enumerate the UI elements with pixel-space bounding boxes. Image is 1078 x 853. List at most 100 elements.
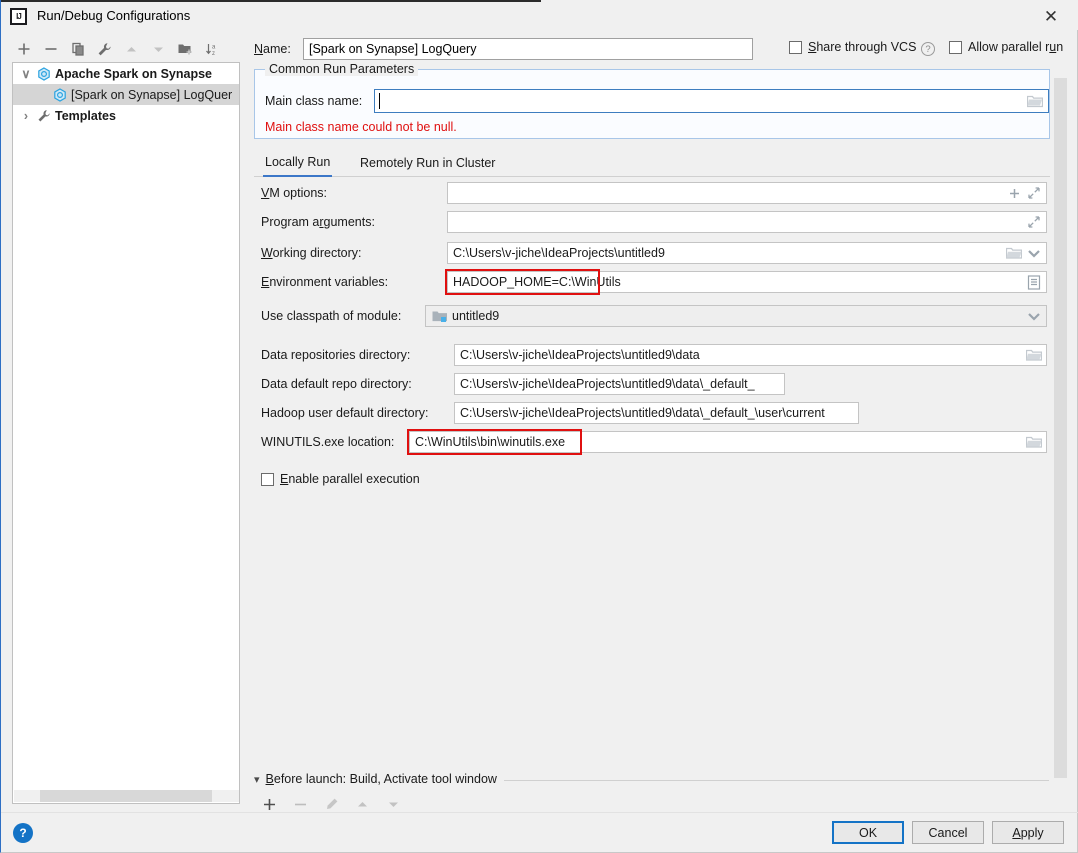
spark-hex-icon <box>35 65 52 82</box>
data-default-repo-directory-value: C:\Users\v-jiche\IdeaProjects\untitled9\… <box>460 377 780 391</box>
share-vcs-help-icon[interactable]: ? <box>921 42 935 56</box>
hadoop-user-default-directory-value: C:\Users\v-jiche\IdeaProjects\untitled9\… <box>460 406 854 420</box>
working-directory-label: Working directory: <box>261 246 362 260</box>
folder-add-icon[interactable] <box>173 37 198 61</box>
ok-button-label: OK <box>859 826 877 840</box>
apply-button-label: Apply <box>1012 826 1043 840</box>
winutils-exe-location-input[interactable]: C:\WinUtils\bin\winutils.exe <box>409 431 1047 453</box>
add-configuration-button[interactable] <box>11 37 36 61</box>
chevron-right-icon[interactable]: › <box>17 105 35 126</box>
module-icon <box>431 309 447 323</box>
chevron-down-icon[interactable] <box>1026 309 1042 323</box>
data-repositories-directory-label: Data repositories directory: <box>261 348 410 362</box>
share-through-vcs-checkbox[interactable]: Share through VCS <box>789 40 916 54</box>
enable-parallel-execution-checkbox[interactable]: Enable parallel execution <box>261 472 420 486</box>
expand-icon[interactable] <box>1026 186 1042 200</box>
environment-variables-value: HADOOP_HOME=C:\WinUtils <box>453 275 1026 289</box>
working-directory-value: C:\Users\v-jiche\IdeaProjects\untitled9 <box>453 246 1006 260</box>
close-icon[interactable]: ✕ <box>1034 4 1068 30</box>
winutils-exe-location-label: WINUTILS.exe location: <box>261 435 394 449</box>
common-run-parameters-legend: Common Run Parameters <box>265 62 418 76</box>
hadoop-user-default-directory-input[interactable]: C:\Users\v-jiche\IdeaProjects\untitled9\… <box>454 402 859 424</box>
move-up-button[interactable] <box>119 37 144 61</box>
intellij-idea-icon: IJ <box>10 8 27 25</box>
vm-options-label: VM options: <box>261 186 327 200</box>
tree-indent-spacer <box>17 84 35 105</box>
tree-horizontal-scrollbar[interactable] <box>14 790 240 802</box>
list-icon[interactable] <box>1026 275 1042 289</box>
expand-icon[interactable] <box>1026 215 1042 229</box>
tree-node-label: [Spark on Synapse] LogQuer <box>71 88 232 102</box>
tree-indent-spacer-2 <box>35 84 51 105</box>
tree-node-templates[interactable]: › Templates <box>13 105 239 126</box>
svg-text:a: a <box>212 44 216 50</box>
folder-icon[interactable] <box>1006 246 1022 260</box>
folder-icon[interactable] <box>1026 348 1042 362</box>
move-down-button[interactable] <box>146 37 171 61</box>
chevron-down-icon[interactable] <box>1026 246 1042 260</box>
tab-remotely-run-in-cluster[interactable]: Remotely Run in Cluster <box>358 149 497 177</box>
cancel-button-label: Cancel <box>929 826 968 840</box>
title-bar: IJ Run/Debug Configurations ✕ <box>1 0 1078 30</box>
environment-variables-label: Environment variables: <box>261 275 388 289</box>
before-launch-label: Before launch: Build, Activate tool wind… <box>266 772 497 786</box>
apply-button[interactable]: Apply <box>992 821 1064 844</box>
enable-parallel-execution-box[interactable] <box>261 473 274 486</box>
configurations-toolbar: a z <box>11 36 241 62</box>
share-through-vcs-box[interactable] <box>789 41 802 54</box>
run-mode-tabs: Locally Run Remotely Run in Cluster <box>254 149 1050 177</box>
tab-locally-run-label: Locally Run <box>265 155 330 169</box>
editor-vertical-scrollbar-thumb[interactable] <box>1054 78 1067 778</box>
allow-parallel-run-box[interactable] <box>949 41 962 54</box>
tree-node-label: Apache Spark on Synapse <box>55 67 212 81</box>
cancel-button[interactable]: Cancel <box>912 821 984 844</box>
main-class-name-label: Main class name: <box>265 94 362 108</box>
name-label: Name: <box>254 42 291 56</box>
tab-remotely-run-label: Remotely Run in Cluster <box>360 156 495 170</box>
main-class-browse-folder-icon[interactable] <box>1027 94 1043 111</box>
spark-hex-icon <box>51 86 68 103</box>
chevron-down-icon[interactable]: ▾ <box>254 773 260 786</box>
before-launch-separator <box>504 780 1049 781</box>
use-classpath-of-module-combo[interactable]: untitled9 <box>425 305 1047 327</box>
remove-configuration-button[interactable] <box>38 37 63 61</box>
editor-vertical-scrollbar[interactable] <box>1054 62 1067 804</box>
tree-horizontal-scrollbar-thumb[interactable] <box>40 790 212 802</box>
tab-locally-run[interactable]: Locally Run <box>263 149 332 177</box>
hadoop-user-default-directory-label: Hadoop user default directory: <box>261 406 428 420</box>
allow-parallel-run-checkbox[interactable]: Allow parallel run <box>949 40 1063 54</box>
before-launch-header[interactable]: ▾ Before launch: Build, Activate tool wi… <box>254 769 1050 789</box>
working-directory-input[interactable]: C:\Users\v-jiche\IdeaProjects\untitled9 <box>447 242 1047 264</box>
share-through-vcs-label: Share through VCS <box>808 40 916 54</box>
use-classpath-of-module-label: Use classpath of module: <box>261 309 401 323</box>
text-caret <box>379 93 380 109</box>
winutils-exe-location-value: C:\WinUtils\bin\winutils.exe <box>415 435 1026 449</box>
tree-node-spark-on-synapse-logquery[interactable]: [Spark on Synapse] LogQuer <box>13 84 239 105</box>
environment-variables-input[interactable]: HADOOP_HOME=C:\WinUtils <box>447 271 1047 293</box>
configuration-name-input[interactable] <box>303 38 753 60</box>
sort-az-icon[interactable]: a z <box>200 37 225 61</box>
tree-node-label: Templates <box>55 109 116 123</box>
plus-icon[interactable] <box>1006 186 1022 200</box>
common-run-parameters-group: Common Run Parameters Main class name: M… <box>254 69 1050 139</box>
data-default-repo-directory-input[interactable]: C:\Users\v-jiche\IdeaProjects\untitled9\… <box>454 373 785 395</box>
main-class-error-text: Main class name could not be null. <box>265 120 457 134</box>
edit-templates-button[interactable] <box>92 37 117 61</box>
configurations-tree[interactable]: ∨ Apache Spark on Synapse [Spark on Syna… <box>12 62 240 804</box>
vm-options-input[interactable] <box>447 182 1047 204</box>
data-repositories-directory-input[interactable]: C:\Users\v-jiche\IdeaProjects\untitled9\… <box>454 344 1047 366</box>
help-icon[interactable]: ? <box>13 823 33 843</box>
folder-icon[interactable] <box>1026 435 1042 449</box>
program-arguments-input[interactable] <box>447 211 1047 233</box>
ok-button[interactable]: OK <box>832 821 904 844</box>
allow-parallel-run-label: Allow parallel run <box>968 40 1063 54</box>
tree-node-apache-spark-on-synapse[interactable]: ∨ Apache Spark on Synapse <box>13 63 239 84</box>
chevron-down-icon[interactable]: ∨ <box>17 63 35 84</box>
footer-separator <box>1 812 1078 813</box>
main-class-name-input[interactable] <box>374 89 1049 113</box>
program-arguments-label: Program arguments: <box>261 215 375 229</box>
dialog-title: Run/Debug Configurations <box>37 8 190 23</box>
use-classpath-of-module-value: untitled9 <box>452 309 1026 323</box>
data-default-repo-directory-label: Data default repo directory: <box>261 377 412 391</box>
copy-configuration-button[interactable] <box>65 37 90 61</box>
